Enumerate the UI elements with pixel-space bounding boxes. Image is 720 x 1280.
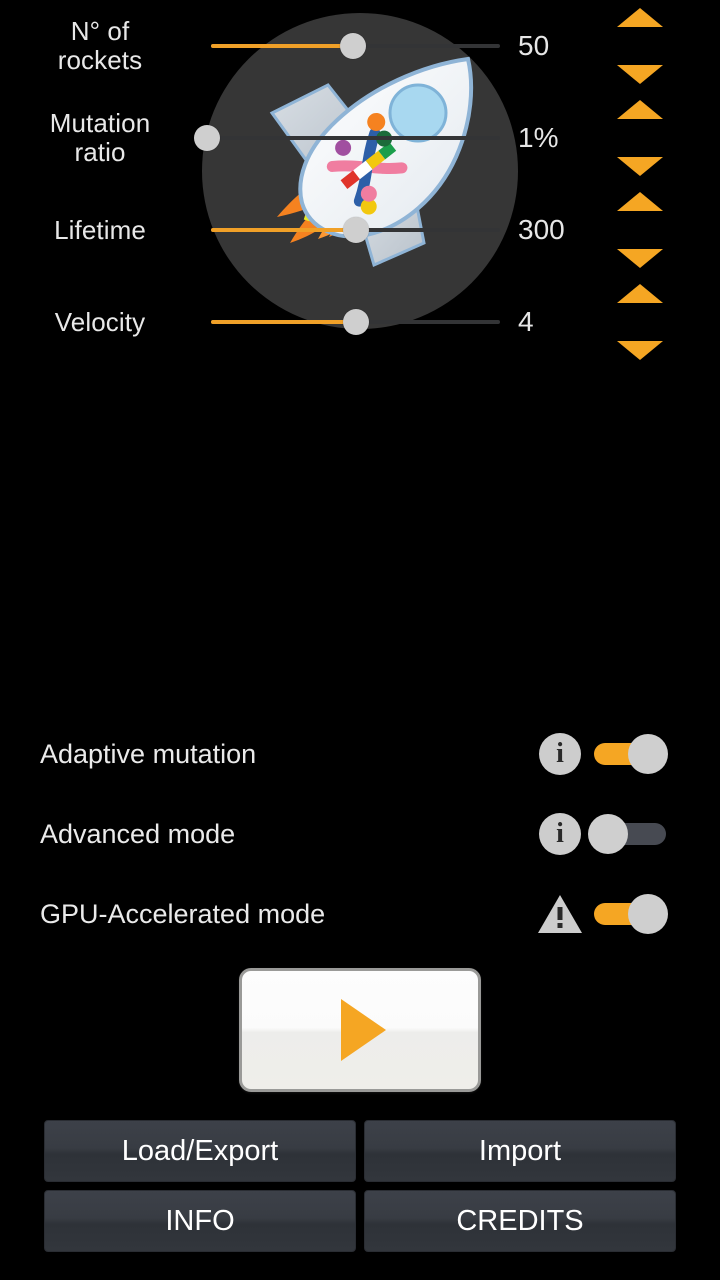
triangle-down-icon[interactable]	[617, 341, 663, 360]
warning-icon[interactable]	[537, 893, 583, 935]
bottom-button-grid: Load/Export Import INFO CREDITS	[44, 1120, 676, 1252]
slider-row-lifetime: Lifetime 300	[0, 184, 720, 276]
toggle-label-adaptive-mutation: Adaptive mutation	[40, 738, 257, 769]
slider-lifetime[interactable]	[200, 210, 510, 250]
toggle-row-gpu-mode: GPU-Accelerated mode	[0, 874, 720, 954]
slider-label-rockets: N° of rockets	[57, 16, 143, 75]
slider-thumb[interactable]	[343, 217, 369, 243]
stepper-lifetime	[600, 192, 680, 268]
triangle-up-icon[interactable]	[617, 284, 663, 303]
slider-value-velocity: 4	[518, 306, 534, 337]
slider-label-mutation: Mutation ratio	[49, 108, 151, 167]
load-export-button[interactable]: Load/Export	[44, 1120, 356, 1182]
start-simulation-button[interactable]	[239, 968, 481, 1092]
slider-thumb[interactable]	[343, 309, 369, 335]
slider-label-lifetime: Lifetime	[54, 214, 146, 245]
slider-fill	[211, 228, 356, 232]
switch-thumb[interactable]	[588, 814, 628, 854]
toggle-label-advanced-mode: Advanced mode	[40, 818, 236, 849]
slider-track	[211, 136, 500, 140]
app-screen: N° of rockets 50 Mutation ratio 1% Lifet…	[0, 0, 720, 1280]
triangle-down-icon[interactable]	[617, 157, 663, 176]
credits-button[interactable]: CREDITS	[364, 1190, 676, 1252]
slider-rockets[interactable]	[200, 26, 510, 66]
slider-thumb[interactable]	[194, 125, 221, 151]
triangle-down-icon[interactable]	[617, 249, 663, 268]
slider-value-rockets: 50	[518, 30, 550, 61]
info-icon-wrap[interactable]: i	[532, 733, 588, 775]
info-icon[interactable]: i	[539, 813, 581, 855]
triangle-up-icon[interactable]	[617, 8, 663, 27]
slider-row-velocity: Velocity 4	[0, 276, 720, 368]
stepper-rockets	[600, 8, 680, 84]
stepper-mutation	[600, 100, 680, 176]
warning-icon-wrap[interactable]	[532, 893, 588, 935]
slider-row-mutation: Mutation ratio 1%	[0, 92, 720, 184]
stepper-velocity	[600, 284, 680, 360]
info-icon[interactable]: i	[539, 733, 581, 775]
slider-value-mutation: 1%	[518, 122, 559, 153]
slider-fill	[211, 44, 353, 48]
toggle-adaptive-mutation[interactable]	[588, 732, 688, 776]
toggle-row-adaptive-mutation: Adaptive mutation i	[0, 714, 720, 794]
slider-row-rockets: N° of rockets 50	[0, 0, 720, 92]
info-icon-wrap[interactable]: i	[532, 813, 588, 855]
switch-thumb[interactable]	[628, 734, 668, 774]
triangle-down-icon[interactable]	[617, 65, 663, 84]
slider-thumb[interactable]	[339, 33, 366, 59]
toggle-advanced-mode[interactable]	[588, 812, 688, 856]
slider-fill	[211, 320, 356, 324]
switch-thumb[interactable]	[628, 894, 668, 934]
toggle-gpu-mode[interactable]	[588, 892, 688, 936]
triangle-up-icon[interactable]	[617, 192, 663, 211]
slider-mutation[interactable]	[194, 118, 510, 158]
slider-value-lifetime: 300	[518, 214, 565, 245]
play-icon	[340, 999, 386, 1061]
import-button[interactable]: Import	[364, 1120, 676, 1182]
slider-velocity[interactable]	[200, 302, 510, 342]
triangle-up-icon[interactable]	[617, 100, 663, 119]
info-button[interactable]: INFO	[44, 1190, 356, 1252]
toggle-row-advanced-mode: Advanced mode i	[0, 794, 720, 874]
slider-label-velocity: Velocity	[54, 306, 146, 337]
toggle-label-gpu-mode: GPU-Accelerated mode	[40, 898, 326, 929]
play-button-container	[0, 968, 720, 1092]
